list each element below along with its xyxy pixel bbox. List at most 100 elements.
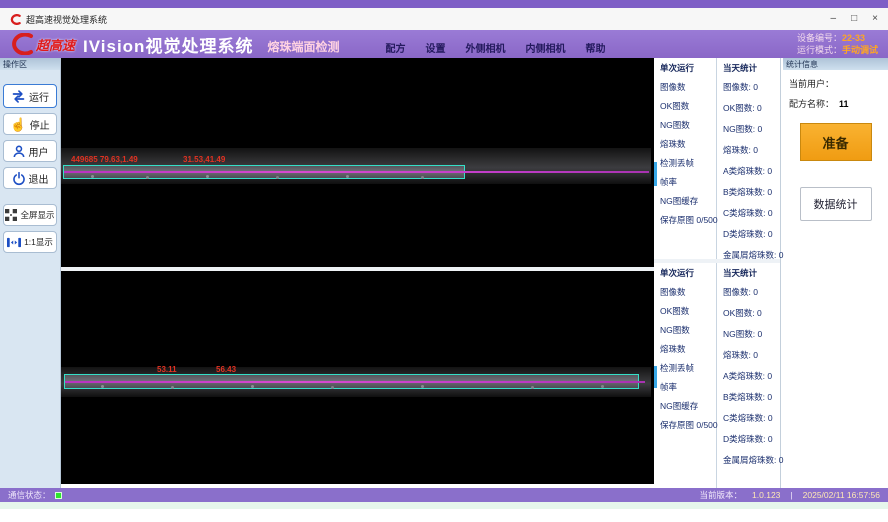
device-number-value: 22-33 xyxy=(842,33,865,43)
window-title: 超高速视觉处理系统 xyxy=(26,13,107,26)
bead-centerline-overlay xyxy=(65,381,645,383)
status-separator: | xyxy=(790,490,792,500)
stat-row: D类熔珠数: 0 xyxy=(723,228,780,240)
stat-row: NG图数 xyxy=(660,324,716,336)
bead-marks xyxy=(101,385,104,388)
menu-item-settings[interactable]: 设置 xyxy=(425,40,445,55)
stat-row: 金属屑熔珠数: 0 xyxy=(723,249,780,261)
menu-item-help[interactable]: 帮助 xyxy=(585,40,605,55)
app-window: 超高速视觉处理系统 – □ × 超高速 IVision视觉处理系统 熔珠端面检测… xyxy=(0,0,888,522)
stat-row: NG图数: 0 xyxy=(723,328,780,340)
daily-stats-header: 当天统计 xyxy=(723,267,780,279)
one-to-one-button-label: 1:1显示 xyxy=(24,236,53,248)
stat-row: 图像数: 0 xyxy=(723,286,780,298)
stat-row: 熔珠数 xyxy=(660,343,716,355)
recipe-name-value: 11 xyxy=(839,99,849,109)
daily-stats-column: 当天统计 图像数: 0 OK图数: 0 NG图数: 0 熔珠数: 0 A类熔珠数… xyxy=(717,58,780,259)
stat-row: B类熔珠数: 0 xyxy=(723,186,780,198)
exit-button[interactable]: 退出 xyxy=(3,167,57,189)
stat-row: NG图缓存 xyxy=(660,195,716,207)
stat-row: 熔珠数: 0 xyxy=(723,349,780,361)
stop-button-label: 停止 xyxy=(30,117,50,132)
single-run-column: 单次运行 图像数 OK图数 NG图数 熔珠数 检测丢帧 帧率 NG图缓存 保存原… xyxy=(654,263,717,488)
stat-row: 金属屑熔珠数: 0 xyxy=(723,454,780,466)
one-to-one-button[interactable]: 1:1显示 xyxy=(3,231,57,253)
stat-row: 图像数 xyxy=(660,81,716,93)
stat-row: OK图数: 0 xyxy=(723,102,780,114)
ready-button[interactable]: 准备 xyxy=(800,123,872,161)
stat-row: C类熔珠数: 0 xyxy=(723,412,780,424)
stats-block-top: 单次运行 图像数 OK图数 NG图数 熔珠数 检测丢帧 帧率 NG图缓存 保存原… xyxy=(654,58,780,263)
stat-row: NG图数: 0 xyxy=(723,123,780,135)
stat-row: A类熔珠数: 0 xyxy=(723,165,780,177)
exit-button-label: 退出 xyxy=(29,171,49,186)
stat-row: 保存原图 0/500 xyxy=(660,419,716,431)
stat-row: 帧率 xyxy=(660,381,716,393)
fullscreen-button-label: 全屏显示 xyxy=(20,209,54,221)
menu-item-outer-camera[interactable]: 外侧相机 xyxy=(465,40,505,55)
status-bar-right: 当前版本： 1.0.123 | 2025/02/11 16:57:56 xyxy=(700,489,880,501)
stat-row: OK图数 xyxy=(660,305,716,317)
recipe-name-label: 配方名称： xyxy=(789,99,834,109)
stat-row: 检测丢帧 xyxy=(660,362,716,374)
brand-name: 超高速 xyxy=(36,35,75,54)
stat-row: 熔珠数: 0 xyxy=(723,144,780,156)
stop-hand-icon: ☝ xyxy=(10,118,26,131)
scrollbar-thumb[interactable] xyxy=(654,366,657,388)
window-titlebar: 超高速视觉处理系统 – □ × xyxy=(0,8,888,30)
comm-status-indicator xyxy=(55,492,62,499)
stat-row: NG图数 xyxy=(660,119,716,131)
camera-view-top: 449685 79.63,1.49 31.53,41.49 xyxy=(61,58,654,267)
camera-viewport-column: 449685 79.63,1.49 31.53,41.49 53.11 56.4… xyxy=(61,58,654,488)
stat-row: NG图缓存 xyxy=(660,400,716,412)
stat-row: B类熔珠数: 0 xyxy=(723,391,780,403)
stat-row: 帧率 xyxy=(660,176,716,188)
fullscreen-button[interactable]: 全屏显示 xyxy=(3,204,57,226)
app-header: 超高速 IVision视觉处理系统 熔珠端面检测 配方 设置 外侧相机 内侧相机… xyxy=(0,30,888,58)
stop-button[interactable]: ☝ 停止 xyxy=(3,113,57,135)
datetime-value: 2025/02/11 16:57:56 xyxy=(803,490,880,500)
current-user-row: 当前用户： xyxy=(789,77,888,90)
app-logo-icon xyxy=(10,14,21,25)
info-panel-title: 统计信息 xyxy=(783,58,888,70)
measurement-annotation: 31.53,41.49 xyxy=(183,155,225,164)
device-number-label: 设备编号： xyxy=(797,33,842,43)
single-run-column: 单次运行 图像数 OK图数 NG图数 熔珠数 检测丢帧 帧率 NG图缓存 保存原… xyxy=(654,58,717,259)
menu-item-inner-camera[interactable]: 内侧相机 xyxy=(525,40,565,55)
app-title: IVision视觉处理系统 xyxy=(83,32,253,57)
stat-row: OK图数 xyxy=(660,100,716,112)
operation-sidebar: 操作区 运行 ☝ 停止 xyxy=(0,58,61,488)
run-button[interactable]: 运行 xyxy=(3,84,57,108)
user-button[interactable]: 用户 xyxy=(3,140,57,162)
user-button-label: 用户 xyxy=(29,144,49,159)
current-user-label: 当前用户： xyxy=(789,79,834,89)
single-run-header: 单次运行 xyxy=(660,267,716,279)
maximize-button[interactable]: □ xyxy=(851,14,857,24)
version-label: 当前版本： xyxy=(700,489,743,501)
info-panel: 统计信息 当前用户： 配方名称： 11 准备 数据统计 xyxy=(783,58,888,488)
bottom-edge-strip xyxy=(0,502,888,509)
stat-row: A类熔珠数: 0 xyxy=(723,370,780,382)
run-mode-value: 手动调试 xyxy=(842,45,878,55)
statistics-area: 单次运行 图像数 OK图数 NG图数 熔珠数 检测丢帧 帧率 NG图缓存 保存原… xyxy=(654,58,781,488)
minimize-button[interactable]: – xyxy=(831,14,837,24)
user-icon xyxy=(12,144,26,159)
stat-row: 图像数: 0 xyxy=(723,81,780,93)
power-icon xyxy=(12,171,26,186)
data-statistics-button[interactable]: 数据统计 xyxy=(800,187,872,221)
comm-status-label: 通信状态： xyxy=(8,489,51,501)
stat-row: 保存原图 0/500 xyxy=(660,214,716,226)
fullscreen-grid-icon xyxy=(5,209,17,221)
run-cycle-icon xyxy=(11,89,26,104)
version-value: 1.0.123 xyxy=(752,490,780,500)
device-info: 设备编号：22-33 运行模式：手动调试 xyxy=(797,32,878,56)
close-button[interactable]: × xyxy=(872,14,878,24)
stat-row: 图像数 xyxy=(660,286,716,298)
main-area: 操作区 运行 ☝ 停止 xyxy=(0,58,888,488)
stat-row: C类熔珠数: 0 xyxy=(723,207,780,219)
top-edge-strip xyxy=(0,0,888,8)
measurement-annotation: 53.11 xyxy=(157,365,177,374)
main-menu: 配方 设置 外侧相机 内侧相机 帮助 xyxy=(385,40,605,55)
menu-item-recipe[interactable]: 配方 xyxy=(385,40,405,55)
scrollbar-thumb[interactable] xyxy=(654,162,657,186)
